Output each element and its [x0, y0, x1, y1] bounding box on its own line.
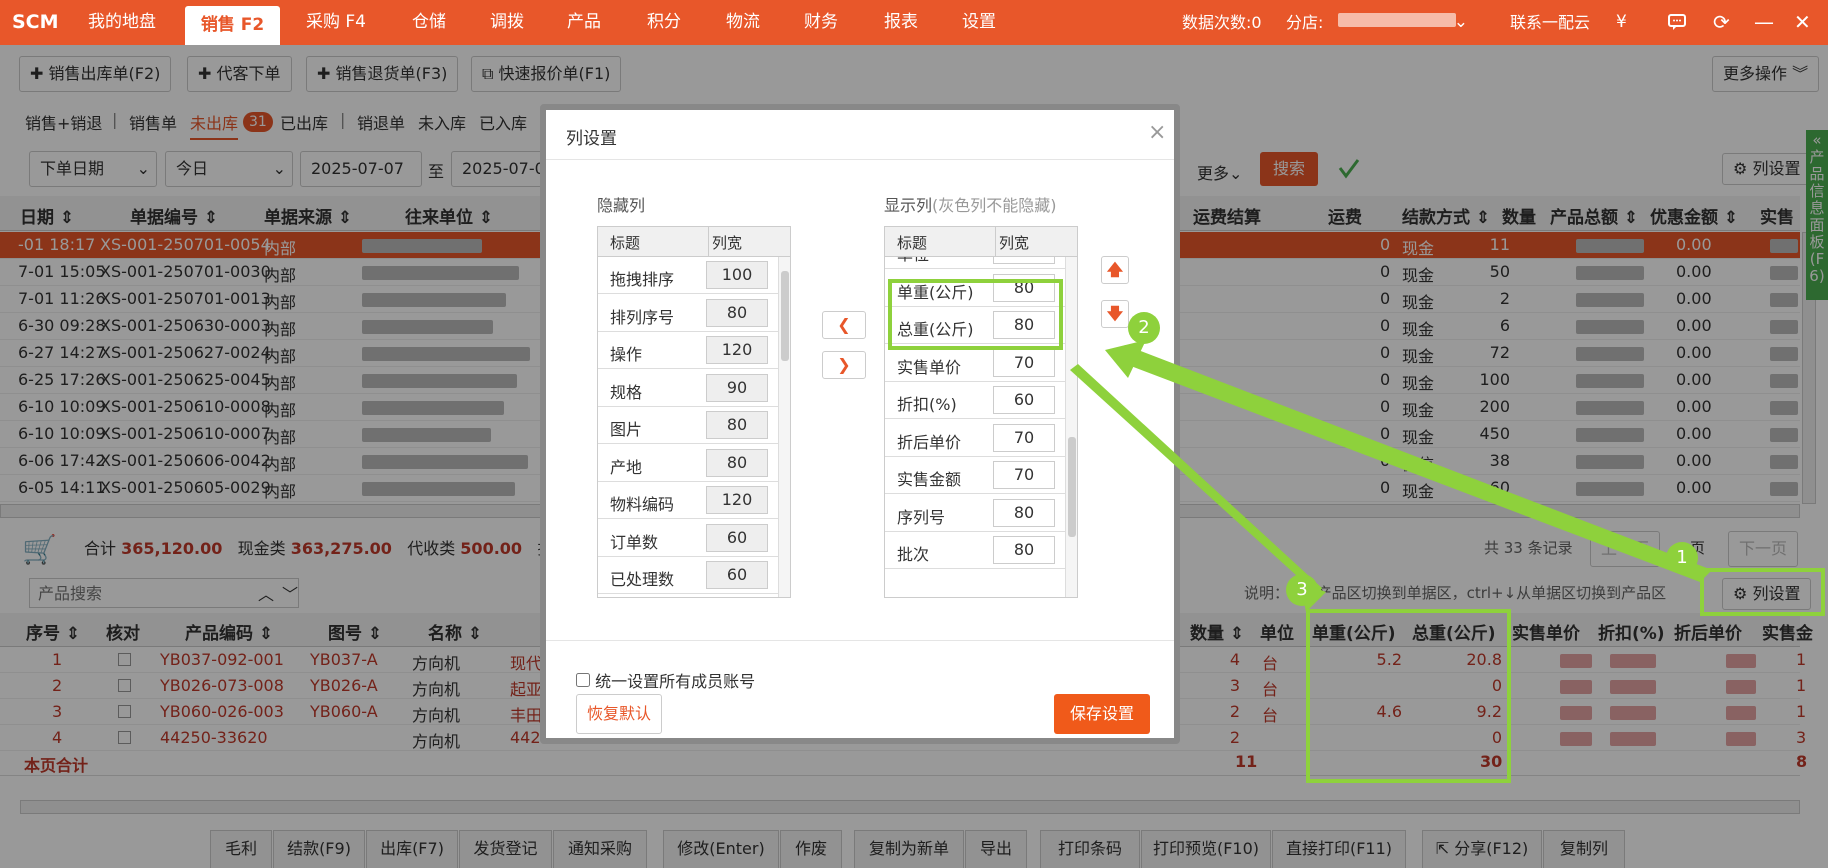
marker-1: 1 — [1666, 542, 1698, 574]
marker-2: 2 — [1128, 312, 1160, 344]
marker-3: 3 — [1286, 574, 1318, 606]
annotation-arrows — [1070, 340, 1712, 612]
